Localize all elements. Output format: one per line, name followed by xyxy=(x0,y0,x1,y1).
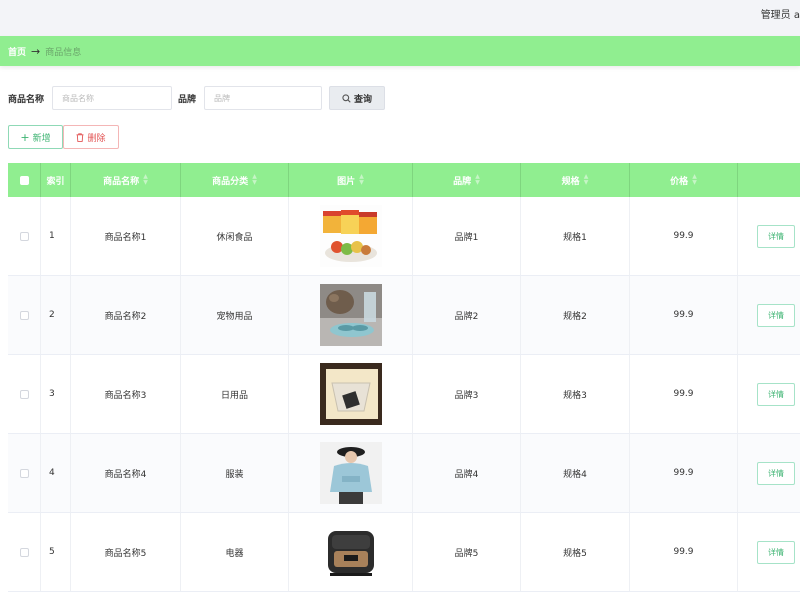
product-brand: 品牌4 xyxy=(413,434,521,512)
column-header[interactable]: 索引 xyxy=(41,163,71,197)
breadcrumb-separator: → xyxy=(31,44,41,58)
product-name: 商品名称5 xyxy=(71,513,181,591)
row-checkbox[interactable] xyxy=(19,310,29,320)
table-body: 1 商品名称1 休闲食品 品牌1 规格1 99.9 详情 2 商品名称2 宠物用… xyxy=(8,197,800,592)
detail-button[interactable]: 详情 xyxy=(757,461,795,485)
table-row: 2 商品名称2 宠物用品 品牌2 规格2 99.9 详情 xyxy=(8,276,800,355)
product-category: 服装 xyxy=(181,434,289,512)
table-header: 索引 商品名称 ▲ ▼ 商品分类 ▲ ▼ 图片 ▲ ▼ 品牌 ▲ ▼ 规格 ▲ ▼ 价格 ▲ ▼ xyxy=(8,163,800,197)
row-index: 2 xyxy=(41,276,71,354)
select-all-cell xyxy=(8,163,41,197)
sort-icon[interactable]: ▲ ▼ xyxy=(359,174,364,186)
breadcrumb-home[interactable]: 首页 xyxy=(8,45,26,58)
product-spec: 规格4 xyxy=(521,434,630,512)
table-row: 1 商品名称1 休闲食品 品牌1 规格1 99.9 详情 xyxy=(8,197,800,276)
search-form: 商品名称 商品名称 品牌 品牌 查询 xyxy=(8,86,386,110)
delete-button-label: 删除 xyxy=(87,133,106,144)
delete-button[interactable]: 删除 xyxy=(63,125,119,149)
row-checkbox[interactable] xyxy=(19,389,29,399)
toolbar: + 新增 删除 xyxy=(8,125,119,149)
query-button[interactable]: 查询 xyxy=(329,86,386,110)
name-search-input[interactable]: 商品名称 xyxy=(52,86,173,110)
query-button-label: 查询 xyxy=(354,94,373,105)
detail-button[interactable]: 详情 xyxy=(757,382,795,406)
product-brand: 品牌1 xyxy=(413,197,521,275)
product-price: 99.9 xyxy=(630,355,738,433)
row-index: 4 xyxy=(41,434,71,512)
rice-cooker-image[interactable] xyxy=(319,521,382,583)
soap-dish-image[interactable] xyxy=(319,363,382,425)
product-category: 日用品 xyxy=(181,355,289,433)
product-table: 索引 商品名称 ▲ ▼ 商品分类 ▲ ▼ 图片 ▲ ▼ 品牌 ▲ ▼ 规格 ▲ ▼ 价格 ▲ ▼ 1 商… xyxy=(8,163,800,592)
row-checkbox[interactable] xyxy=(19,468,29,478)
add-button[interactable]: + 新增 xyxy=(8,125,63,149)
product-price: 99.9 xyxy=(630,434,738,512)
row-index: 3 xyxy=(41,355,71,433)
brand-label: 品牌 xyxy=(178,94,197,105)
product-price: 99.9 xyxy=(630,276,738,354)
add-button-label: 新增 xyxy=(32,133,51,144)
table-row: 3 商品名称3 日用品 品牌3 规格3 99.9 详情 xyxy=(8,355,800,434)
top-header: 管理员 a xyxy=(0,0,800,36)
column-header[interactable]: 品牌 ▲ ▼ xyxy=(413,163,521,197)
detail-button[interactable]: 详情 xyxy=(757,224,795,248)
product-spec: 规格5 xyxy=(521,513,630,591)
table-row: 4 商品名称4 服装 品牌4 规格4 99.9 详情 xyxy=(8,434,800,513)
column-header[interactable]: 商品分类 ▲ ▼ xyxy=(181,163,289,197)
column-header[interactable]: 商品名称 ▲ ▼ xyxy=(71,163,181,197)
pet-feeder-image[interactable] xyxy=(319,284,382,346)
sort-icon[interactable]: ▲ ▼ xyxy=(475,174,480,186)
hoodie-model-image[interactable] xyxy=(319,442,382,504)
product-spec: 规格2 xyxy=(521,276,630,354)
plus-icon: + xyxy=(20,130,30,144)
sort-icon[interactable]: ▲ ▼ xyxy=(692,174,697,186)
product-category: 休闲食品 xyxy=(181,197,289,275)
row-checkbox[interactable] xyxy=(19,231,29,241)
product-category: 宠物用品 xyxy=(181,276,289,354)
column-header[interactable]: 图片 ▲ ▼ xyxy=(289,163,413,197)
row-checkbox[interactable] xyxy=(19,547,29,557)
product-name: 商品名称1 xyxy=(71,197,181,275)
product-brand: 品牌3 xyxy=(413,355,521,433)
detail-button[interactable]: 详情 xyxy=(757,303,795,327)
name-label: 商品名称 xyxy=(8,94,45,105)
row-index: 1 xyxy=(41,197,71,275)
sort-icon[interactable]: ▲ ▼ xyxy=(143,174,148,186)
search-icon xyxy=(342,93,351,103)
product-price: 99.9 xyxy=(630,513,738,591)
sort-icon[interactable]: ▲ ▼ xyxy=(584,174,589,186)
select-all-checkbox[interactable] xyxy=(19,175,29,185)
product-name: 商品名称3 xyxy=(71,355,181,433)
column-header[interactable]: 规格 ▲ ▼ xyxy=(521,163,630,197)
product-brand: 品牌2 xyxy=(413,276,521,354)
detail-button[interactable]: 详情 xyxy=(757,540,795,564)
column-header[interactable]: 价格 ▲ ▼ xyxy=(630,163,738,197)
snack-food-image[interactable] xyxy=(319,205,382,267)
product-name: 商品名称4 xyxy=(71,434,181,512)
product-name: 商品名称2 xyxy=(71,276,181,354)
product-spec: 规格3 xyxy=(521,355,630,433)
actions-header xyxy=(738,163,800,197)
sort-icon[interactable]: ▲ ▼ xyxy=(252,174,257,186)
product-brand: 品牌5 xyxy=(413,513,521,591)
table-row: 5 商品名称5 电器 品牌5 规格5 99.9 详情 xyxy=(8,513,800,592)
product-spec: 规格1 xyxy=(521,197,630,275)
row-index: 5 xyxy=(41,513,71,591)
breadcrumb: 首页 → 商品信息 xyxy=(0,36,800,66)
brand-search-input[interactable]: 品牌 xyxy=(204,86,323,110)
user-menu[interactable]: 管理员 a xyxy=(761,6,800,21)
trash-icon xyxy=(76,132,84,142)
product-category: 电器 xyxy=(181,513,289,591)
breadcrumb-current: 商品信息 xyxy=(45,47,82,58)
product-price: 99.9 xyxy=(630,197,738,275)
